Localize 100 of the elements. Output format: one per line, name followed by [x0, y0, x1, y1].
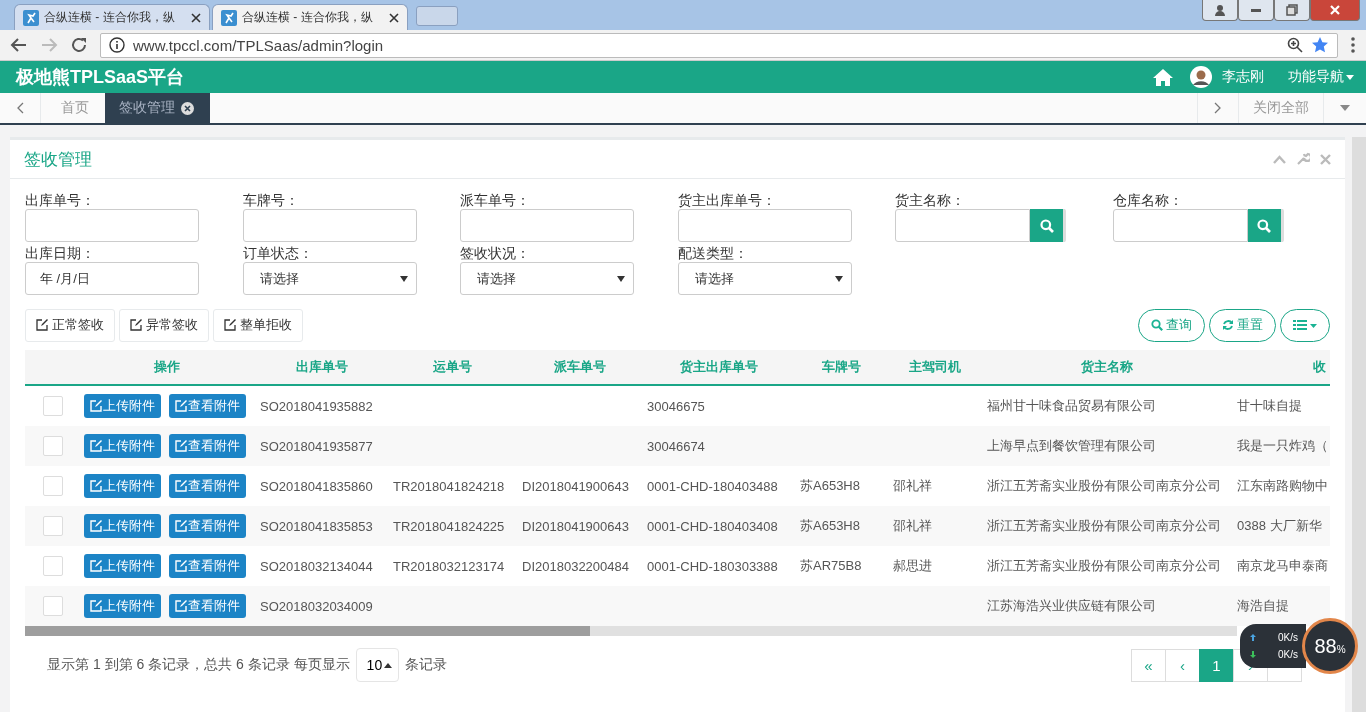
row-checkbox[interactable] — [43, 516, 63, 536]
table-cell: 我是一只炸鸡（ — [1237, 438, 1328, 453]
reset-button[interactable]: 重置 — [1209, 308, 1276, 342]
column-header[interactable]: 车牌号 — [795, 350, 888, 385]
new-tab-button[interactable] — [416, 6, 458, 26]
table-cell: 30046675 — [647, 398, 705, 414]
star-icon[interactable] — [1311, 36, 1329, 54]
action-button[interactable]: 整单拒收 — [213, 308, 303, 342]
close-icon[interactable] — [191, 12, 201, 23]
page-tab[interactable]: 首页 — [41, 93, 105, 123]
down-arrow-icon — [1250, 651, 1256, 658]
collapse-icon[interactable] — [1273, 154, 1286, 164]
zoom-icon[interactable] — [1287, 37, 1303, 53]
close-icon[interactable] — [389, 12, 399, 23]
back-icon[interactable] — [10, 36, 28, 54]
page-button[interactable]: 1 — [1199, 648, 1234, 682]
input-field[interactable] — [242, 209, 417, 242]
column-header[interactable]: 货主名称 — [982, 350, 1232, 385]
user-name[interactable]: 李志刚 — [1222, 68, 1264, 86]
row-checkbox[interactable] — [43, 596, 63, 616]
table-cell: 30046674 — [647, 438, 705, 454]
column-header[interactable]: 操作 — [79, 350, 255, 385]
upload-button[interactable]: 上传附件 — [84, 394, 161, 418]
restore-button[interactable] — [1274, 0, 1310, 21]
table-cell: 上海早点到餐饮管理有限公司 — [987, 438, 1156, 453]
minimize-button[interactable] — [1238, 0, 1274, 21]
input-field[interactable] — [895, 209, 1030, 242]
page-tab[interactable]: 签收管理 — [105, 93, 210, 123]
table-cell: 苏A653H8 — [800, 478, 860, 493]
column-header[interactable]: 运单号 — [388, 350, 517, 385]
column-header[interactable]: 主驾司机 — [888, 350, 982, 385]
view-button[interactable]: 查看附件 — [169, 434, 246, 458]
field-label: 派车单号： — [460, 191, 531, 209]
input-field[interactable] — [677, 209, 852, 242]
page-button[interactable]: ‹ — [1165, 648, 1200, 682]
reload-icon[interactable] — [70, 36, 88, 54]
edit-icon — [90, 560, 102, 572]
profile-button[interactable] — [1202, 0, 1238, 21]
field-label: 出库单号： — [25, 191, 96, 209]
edit-icon — [90, 600, 102, 612]
table-cell: 南京龙马申泰商 — [1237, 558, 1328, 573]
select-field[interactable]: 请选择 — [460, 262, 634, 295]
vertical-scrollbar[interactable] — [1352, 137, 1366, 712]
kebab-menu-icon[interactable] — [1350, 36, 1356, 54]
upload-button[interactable]: 上传附件 — [84, 434, 161, 458]
input-field[interactable] — [25, 209, 199, 242]
row-checkbox[interactable] — [43, 436, 63, 456]
action-button[interactable]: 正常签收 — [25, 308, 115, 342]
table-cell: DI2018041900643 — [522, 518, 629, 534]
page-size-select[interactable]: 10 — [355, 648, 400, 682]
select-field[interactable]: 请选择 — [677, 262, 852, 295]
edit-icon — [130, 319, 142, 331]
row-checkbox[interactable] — [43, 556, 63, 576]
view-button[interactable]: 查看附件 — [169, 394, 246, 418]
avatar-icon — [1190, 66, 1212, 88]
view-button[interactable]: 查看附件 — [169, 474, 246, 498]
close-icon — [1329, 4, 1341, 16]
edit-icon — [90, 440, 102, 452]
page-button[interactable]: « — [1131, 648, 1166, 682]
table-cell: 郝思进 — [893, 558, 932, 573]
upload-button[interactable]: 上传附件 — [84, 594, 161, 618]
table-cell: SO2018041835853 — [260, 518, 373, 534]
column-header[interactable]: 收 — [1232, 350, 1330, 385]
action-button[interactable]: 异常签收 — [119, 308, 209, 342]
column-header[interactable]: 派车单号 — [517, 350, 642, 385]
nav-menu[interactable]: 功能导航 — [1288, 68, 1354, 86]
close-button[interactable] — [1310, 0, 1360, 21]
horizontal-scrollbar[interactable] — [25, 626, 1237, 636]
close-all-button[interactable]: 关闭全部 — [1238, 93, 1323, 123]
table-cell: DI2018041900643 — [522, 478, 629, 494]
column-header[interactable]: 出库单号 — [255, 350, 388, 385]
search-button[interactable] — [1030, 209, 1066, 242]
input-field[interactable] — [460, 209, 634, 242]
select-field[interactable]: 请选择 — [242, 262, 417, 295]
caret-icon — [617, 275, 625, 282]
field-label: 配送类型： — [677, 244, 749, 262]
field-label: 签收状况： — [460, 244, 531, 262]
table-cell: DI2018032200484 — [522, 558, 629, 574]
close-icon[interactable] — [181, 101, 194, 115]
column-header[interactable]: 货主出库单号 — [642, 350, 795, 385]
home-icon[interactable] — [1152, 68, 1174, 86]
upload-button[interactable]: 上传附件 — [84, 474, 161, 498]
view-button[interactable]: 查看附件 — [169, 594, 246, 618]
browser-tab[interactable]: 合纵连横 - 连合你我，纵 — [212, 4, 408, 30]
search-icon — [1151, 319, 1163, 331]
address-bar[interactable]: www.tpccl.com/TPLSaas/admin?login — [100, 32, 1338, 58]
browser-tab[interactable]: 合纵连横 - 连合你我，纵 — [14, 4, 210, 30]
date-field[interactable]: 年 /月/日 — [25, 262, 199, 295]
table-cell: 0001-CHD-180403408 — [647, 518, 778, 534]
view-button[interactable]: 查看附件 — [169, 514, 246, 538]
row-checkbox[interactable] — [43, 476, 63, 496]
view-button[interactable]: 查看附件 — [169, 554, 246, 578]
search-button[interactable] — [1247, 209, 1284, 242]
upload-button[interactable]: 上传附件 — [84, 554, 161, 578]
input-field[interactable] — [1112, 209, 1248, 242]
upload-button[interactable]: 上传附件 — [84, 514, 161, 538]
columns-button[interactable] — [1280, 308, 1330, 342]
row-checkbox[interactable] — [43, 396, 63, 416]
search-button[interactable]: 查询 — [1138, 308, 1205, 342]
forward-icon[interactable] — [40, 36, 58, 54]
